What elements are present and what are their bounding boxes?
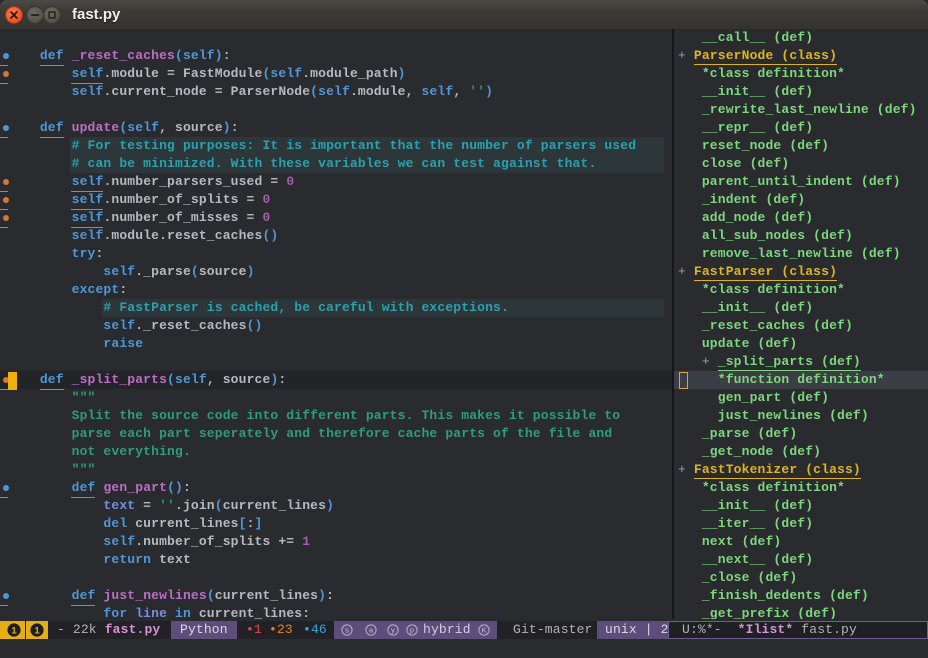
svg-text:K: K xyxy=(481,626,486,635)
svg-text:1: 1 xyxy=(11,625,17,636)
svg-text:1: 1 xyxy=(34,625,40,636)
svg-text:y: y xyxy=(391,626,395,635)
svg-text:s: s xyxy=(345,626,349,635)
svg-text:p: p xyxy=(410,626,414,635)
svg-text:a: a xyxy=(369,626,374,635)
